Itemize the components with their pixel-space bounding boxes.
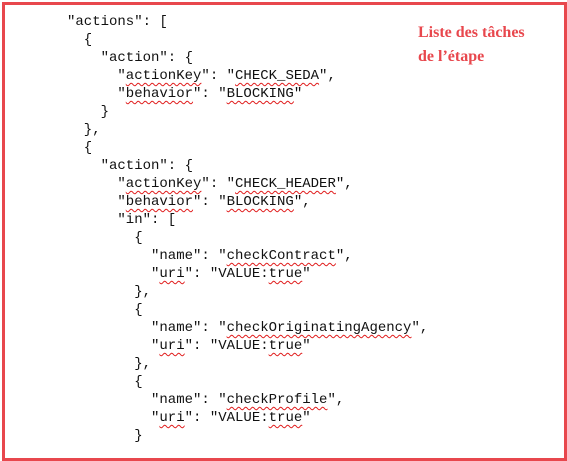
code-token: " — [117, 176, 126, 192]
code-token: ", — [335, 248, 353, 264]
code-token: { — [134, 374, 143, 390]
code-line: "name": "checkOriginatingAgency", — [151, 319, 428, 337]
code-line: }, — [84, 121, 101, 139]
code-token: " — [302, 410, 311, 426]
code-line: "actionKey": "CHECK_SEDA", — [117, 67, 335, 85]
spellcheck-token: true — [268, 266, 303, 282]
spellcheck-token: checkContract — [226, 248, 336, 264]
code-token: ": " — [193, 194, 227, 210]
code-token: ": " — [193, 86, 227, 102]
code-token: "action": { — [100, 158, 194, 174]
code-token: ": "VALUE: — [184, 410, 269, 426]
code-line: { — [134, 301, 142, 319]
spellcheck-token: true — [268, 410, 303, 426]
code-token: "name": " — [151, 392, 227, 408]
code-line: } — [134, 427, 142, 445]
code-line: "uri": "VALUE:true" — [151, 409, 311, 427]
code-line: } — [101, 103, 109, 121]
code-line: }, — [134, 283, 151, 301]
code-token: " — [293, 86, 303, 102]
code-token: " — [302, 338, 311, 354]
code-line: "actions": [ — [67, 13, 168, 31]
code-token: } — [134, 428, 143, 444]
code-token: ", — [327, 392, 345, 408]
code-token: "in": [ — [117, 212, 177, 228]
annotation-caption: Liste des tâches de l’étape — [418, 21, 558, 69]
code-token: ": " — [201, 68, 236, 84]
code-token: { — [134, 230, 143, 246]
code-token: " — [302, 266, 311, 282]
code-line: "behavior": "BLOCKING" — [117, 85, 302, 103]
code-token: ", — [319, 68, 336, 84]
spellcheck-token: CHECK_SEDA — [235, 68, 320, 84]
code-line: { — [84, 31, 92, 49]
code-token: "name": " — [151, 248, 227, 264]
code-token: ": "VALUE: — [184, 338, 269, 354]
spellcheck-token: CHECK_HEADER — [235, 176, 336, 192]
spellcheck-token: behavior — [125, 86, 194, 102]
code-line: { — [134, 229, 142, 247]
code-line: "name": "checkContract", — [151, 247, 353, 265]
spellcheck-token: actionKey — [125, 68, 202, 84]
code-line: "action": { — [101, 157, 193, 175]
spellcheck-token: checkProfile — [226, 392, 328, 408]
code-token: ": "VALUE: — [184, 266, 269, 282]
spellcheck-token: uri — [159, 410, 185, 426]
code-line: { — [84, 139, 92, 157]
code-token: }, — [134, 356, 151, 372]
spellcheck-token: uri — [159, 266, 185, 282]
spellcheck-token: BLOCKING — [226, 194, 294, 210]
code-token: { — [83, 140, 93, 156]
code-line: "actionKey": "CHECK_HEADER", — [117, 175, 352, 193]
spellcheck-token: uri — [159, 338, 185, 354]
code-token: ", — [293, 194, 311, 210]
spellcheck-token: true — [268, 338, 303, 354]
code-line: "uri": "VALUE:true" — [151, 265, 311, 283]
code-token: ": " — [201, 176, 236, 192]
code-token: }, — [134, 284, 151, 300]
code-token: { — [134, 302, 143, 318]
spellcheck-token: behavior — [125, 194, 194, 210]
caption-line-2: de l’étape — [418, 48, 485, 65]
code-line: "name": "checkProfile", — [151, 391, 344, 409]
spellcheck-token: checkOriginatingAgency — [226, 320, 412, 336]
code-token: }, — [83, 122, 101, 138]
spellcheck-token: BLOCKING — [226, 86, 294, 102]
code-token: "name": " — [151, 320, 227, 336]
code-token: " — [117, 194, 126, 210]
code-token: "actions": [ — [67, 14, 168, 30]
code-line: "action": { — [101, 49, 193, 67]
code-token: { — [83, 32, 93, 48]
document-frame: "actions": [{"action": {"actionKey": "CH… — [2, 2, 567, 461]
code-token: " — [117, 68, 126, 84]
code-line: "in": [ — [117, 211, 176, 229]
caption-line-1: Liste des tâches — [418, 24, 525, 41]
code-token: } — [100, 104, 109, 120]
code-line: { — [134, 373, 142, 391]
spellcheck-token: actionKey — [125, 176, 202, 192]
code-token: ", — [335, 176, 353, 192]
code-token: " — [117, 86, 126, 102]
code-token: "action": { — [100, 50, 194, 66]
code-token: ", — [411, 320, 429, 336]
code-line: }, — [134, 355, 151, 373]
code-line: "behavior": "BLOCKING", — [117, 193, 310, 211]
code-line: "uri": "VALUE:true" — [151, 337, 311, 355]
